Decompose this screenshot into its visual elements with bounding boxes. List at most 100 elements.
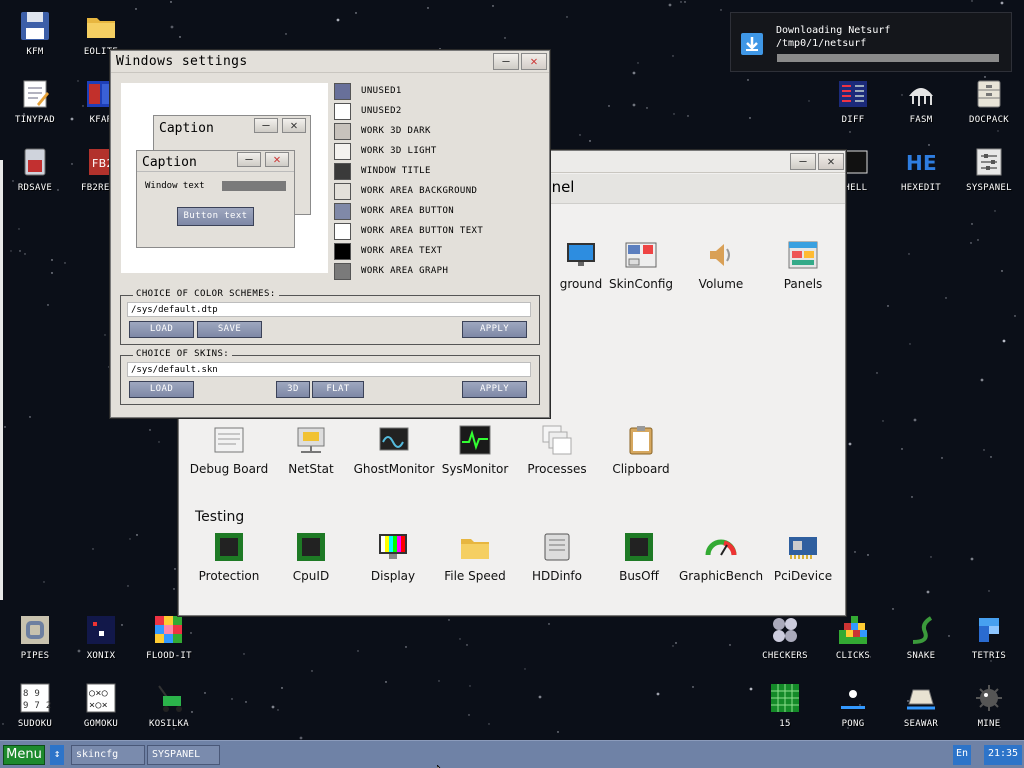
skin-3d-button[interactable]: 3D: [276, 381, 310, 398]
cp-item-display[interactable]: Display: [351, 531, 435, 583]
desktop-icon-clicks[interactable]: CLICKS: [819, 614, 887, 661]
color-swatch[interactable]: [334, 263, 351, 280]
color-swatch[interactable]: [334, 163, 351, 180]
desktop-icon-15[interactable]: 15: [751, 682, 819, 729]
color-name: WORK 3D DARK: [361, 126, 431, 136]
color-name: WORK AREA BUTTON: [361, 206, 455, 216]
desktop-icon-sudoku[interactable]: 8 9 9 7 2 SUDOKU: [1, 682, 69, 729]
load-scheme-button[interactable]: LOAD: [129, 321, 194, 338]
cp-item-processes[interactable]: Processes: [515, 424, 599, 476]
apply-scheme-button[interactable]: APPLY: [462, 321, 527, 338]
menu-button[interactable]: Menu: [3, 745, 45, 765]
cp-item-label: File Speed: [444, 569, 506, 583]
svg-text:8 9: 8 9: [23, 689, 40, 699]
close-button[interactable]: ✕: [521, 53, 547, 70]
desktop-icon-label: 15: [779, 719, 791, 729]
desktop-icon-checkers[interactable]: CHECKERS: [751, 614, 819, 661]
skin-flat-button[interactable]: FLAT: [312, 381, 364, 398]
seawar-icon: [905, 682, 937, 714]
cp-item-panels[interactable]: Panels: [761, 239, 845, 291]
color-schemes-label: CHOICE OF COLOR SCHEMES:: [133, 289, 279, 299]
minimize-button[interactable]: –: [493, 53, 519, 70]
cp-item-clipboard[interactable]: Clipboard: [599, 424, 683, 476]
color-swatch[interactable]: [334, 243, 351, 260]
mine-icon: [973, 682, 1005, 714]
desktop-icon-label: DOCPACK: [968, 115, 1010, 125]
cp-item-label: Protection: [198, 569, 260, 583]
desktop-icon-tetris[interactable]: TETRIS: [955, 614, 1023, 661]
mouse-cursor-icon: [436, 759, 447, 768]
switch-window-icon[interactable]: ↕: [50, 745, 64, 765]
desktop-icon-mine[interactable]: MINE: [955, 682, 1023, 729]
close-button[interactable]: ✕: [818, 153, 844, 170]
desktop-icon-pipes[interactable]: PIPES: [1, 614, 69, 661]
processes-icon: [541, 424, 573, 456]
color-swatch[interactable]: [334, 203, 351, 220]
cp-item-skinconfig[interactable]: SkinConfig: [599, 239, 683, 291]
download-notification[interactable]: Downloading Netsurf /tmp0/1/netsurf: [730, 12, 1012, 72]
color-scheme-path-input[interactable]: /sys/default.dtp: [127, 302, 531, 317]
svg-text:×○×: ×○×: [89, 700, 108, 711]
task-syspanel[interactable]: SYSPANEL: [147, 745, 220, 765]
language-indicator[interactable]: En: [953, 745, 971, 765]
desktop-icon-fasm[interactable]: FASM: [887, 78, 955, 125]
minimize-button[interactable]: –: [790, 153, 816, 170]
desktop-icon-label: FLOOD-IT: [146, 651, 192, 661]
desktop-icon-kosilka[interactable]: KOSILKA: [135, 682, 203, 729]
load-skin-button[interactable]: LOAD: [129, 381, 194, 398]
desktop-icon-kfm[interactable]: KFM: [1, 10, 69, 57]
desktop-icon-hexedit[interactable]: HE HEXEDIT: [887, 146, 955, 193]
color-swatch[interactable]: [334, 223, 351, 240]
desktop-icon-rdsave[interactable]: RDSAVE: [1, 146, 69, 193]
cp-item-graphicbench[interactable]: GraphicBench: [679, 531, 763, 583]
color-name: WORK AREA TEXT: [361, 246, 443, 256]
desktop-icon-diff[interactable]: DIFF: [819, 78, 887, 125]
cp-item-hddinfo[interactable]: HDDinfo: [515, 531, 599, 583]
cp-item-netstat[interactable]: NetStat: [269, 424, 353, 476]
windows-settings-window[interactable]: Windows settings – ✕ Caption – ✕ Caption…: [110, 50, 550, 418]
desktop-icon-gomoku[interactable]: ○×○ ×○× GOMOKU: [67, 682, 135, 729]
cp-item-debug-board[interactable]: Debug Board: [187, 424, 271, 476]
color-swatch[interactable]: [334, 123, 351, 140]
window-title: Windows settings: [116, 54, 248, 69]
cp-item-label: BusOff: [619, 569, 659, 583]
desktop-icon-pong[interactable]: PONG: [819, 682, 887, 729]
clipboard-icon: [625, 424, 657, 456]
hdd-icon: [541, 531, 573, 563]
gomoku-icon: ○×○ ×○×: [85, 682, 117, 714]
color-swatch[interactable]: [334, 103, 351, 120]
desktop-icon-label: CHECKERS: [762, 651, 808, 661]
clock[interactable]: 21:35: [984, 745, 1022, 765]
skin-path-input[interactable]: /sys/default.skn: [127, 362, 531, 377]
desktop-icon-snake[interactable]: SNAKE: [887, 614, 955, 661]
cp-item-volume[interactable]: Volume: [679, 239, 763, 291]
desktop-icon-flood-it[interactable]: FLOOD-IT: [135, 614, 203, 661]
cp-item-sysmonitor[interactable]: SysMonitor: [433, 424, 517, 476]
rdsave-icon: [19, 146, 51, 178]
desktop-icon-seawar[interactable]: SEAWAR: [887, 682, 955, 729]
cp-item-protection[interactable]: Protection: [187, 531, 271, 583]
apply-skin-button[interactable]: APPLY: [462, 381, 527, 398]
cp-item-pcidevice[interactable]: PciDevice: [761, 531, 845, 583]
svg-text:HE: HE: [906, 151, 937, 175]
save-scheme-button[interactable]: SAVE: [197, 321, 262, 338]
section-testing: Testing: [195, 509, 245, 525]
color-swatch[interactable]: [334, 183, 351, 200]
desktop-icon-tinypad[interactable]: TINYPAD: [1, 78, 69, 125]
task-skincfg[interactable]: skincfg: [71, 745, 145, 765]
color-swatch[interactable]: [334, 143, 351, 160]
notification-title: Downloading Netsurf: [776, 25, 891, 36]
color-name: WORK 3D LIGHT: [361, 146, 437, 156]
desktop-icon-xonix[interactable]: XONIX: [67, 614, 135, 661]
desktop-icon-label: XONIX: [86, 651, 116, 661]
cp-item-label: SkinConfig: [608, 277, 673, 291]
color-swatch[interactable]: [334, 83, 351, 100]
windows-settings-titlebar[interactable]: Windows settings – ✕: [111, 51, 549, 73]
desktop-icon-docpack[interactable]: DOCPACK: [955, 78, 1023, 125]
floppy-icon: [19, 10, 51, 42]
desktop-icon-syspanel[interactable]: SYSPANEL: [955, 146, 1023, 193]
cp-item-busoff[interactable]: BusOff: [597, 531, 681, 583]
cp-item-ghostmonitor[interactable]: GhostMonitor: [352, 424, 436, 476]
cp-item-file-speed[interactable]: File Speed: [433, 531, 517, 583]
cp-item-cpuid[interactable]: CpuID: [269, 531, 353, 583]
